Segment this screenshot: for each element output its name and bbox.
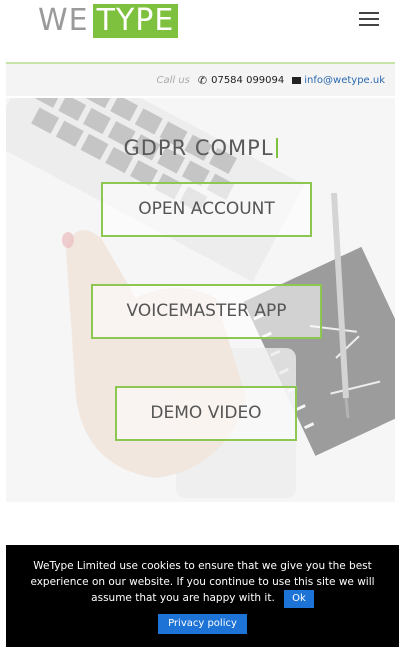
phone-icon: ✆ [197, 73, 208, 87]
wetype-logo[interactable]: WE TYPE [38, 3, 179, 38]
logo-type-text: TYPE [92, 4, 179, 38]
demo-video-button[interactable]: DEMO VIDEO [115, 386, 297, 441]
hero-title: GDPR COMPL [6, 136, 395, 160]
voicemaster-app-button[interactable]: VOICEMASTER APP [91, 284, 322, 339]
hamburger-menu-icon[interactable] [359, 12, 379, 26]
hero-banner: GDPR COMPL OPEN ACCOUNT VOICEMASTER APP … [6, 98, 395, 502]
typing-cursor [275, 138, 278, 158]
cookie-ok-button[interactable]: Ok [284, 590, 314, 608]
cookie-message-text: WeType Limited use cookies to ensure tha… [30, 560, 375, 604]
email-link[interactable]: info@wetype.uk [304, 75, 385, 86]
open-account-button[interactable]: OPEN ACCOUNT [101, 182, 312, 237]
phone-number[interactable]: 07584 099094 [211, 75, 284, 86]
cookie-message: WeType Limited use cookies to ensure tha… [6, 558, 399, 608]
contact-bar: Call us ✆ 07584 099094 info@wetype.uk [6, 64, 395, 96]
call-us-label: Call us [156, 74, 190, 86]
cookie-banner: WeType Limited use cookies to ensure tha… [6, 545, 399, 647]
site-header: WE TYPE [0, 0, 401, 62]
logo-we-text: WE [38, 3, 89, 38]
privacy-policy-button[interactable]: Privacy policy [158, 614, 247, 634]
hero-title-text: GDPR COMPL [123, 136, 274, 160]
envelope-icon [292, 76, 302, 84]
